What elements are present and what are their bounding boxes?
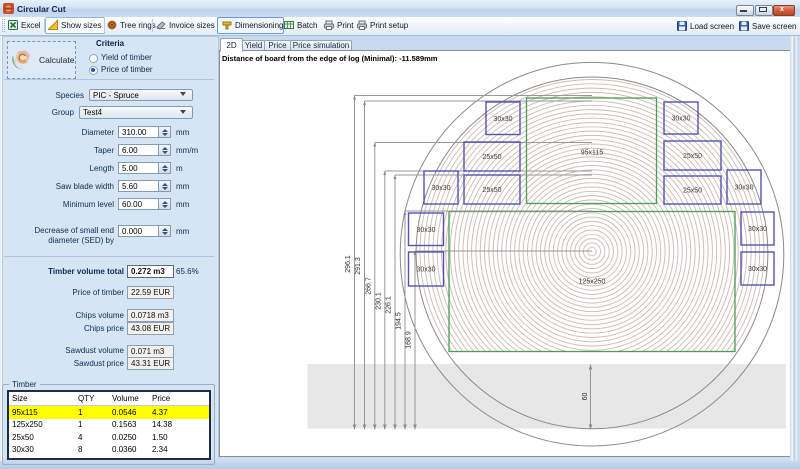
svg-text:30x30: 30x30 <box>431 185 450 192</box>
svg-text:30x30: 30x30 <box>748 266 767 273</box>
svg-text:25x50: 25x50 <box>683 188 702 195</box>
svg-text:25x50: 25x50 <box>482 187 501 194</box>
svg-text:30x30: 30x30 <box>748 226 767 233</box>
svg-text:30x30: 30x30 <box>416 267 435 274</box>
svg-text:226.1: 226.1 <box>386 296 393 314</box>
svg-text:30x30: 30x30 <box>734 185 753 192</box>
svg-text:25x50: 25x50 <box>482 154 501 161</box>
svg-text:266.7: 266.7 <box>365 277 372 295</box>
svg-text:95x115: 95x115 <box>581 150 604 157</box>
svg-text:30x30: 30x30 <box>671 116 690 123</box>
svg-text:125x250: 125x250 <box>579 279 606 286</box>
svg-text:30x30: 30x30 <box>416 227 435 234</box>
svg-text:168.9: 168.9 <box>406 331 413 349</box>
svg-text:291.3: 291.3 <box>355 257 362 275</box>
svg-text:25x50: 25x50 <box>683 153 702 160</box>
svg-text:230.1: 230.1 <box>375 292 382 310</box>
svg-text:296.1: 296.1 <box>345 255 352 273</box>
svg-text:60: 60 <box>582 393 589 401</box>
svg-text:194.5: 194.5 <box>396 312 403 330</box>
svg-text:30x30: 30x30 <box>493 116 512 123</box>
